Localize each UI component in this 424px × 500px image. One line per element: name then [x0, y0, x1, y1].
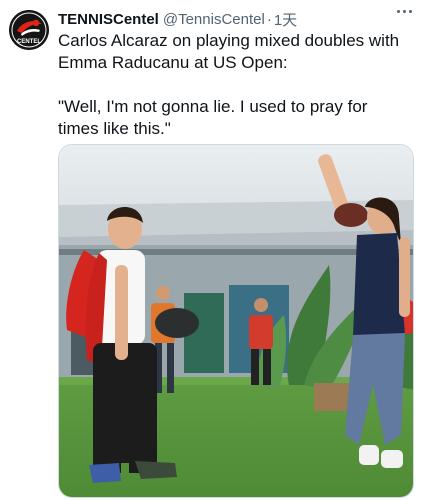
tenniscentel-logo: CENTEL	[9, 10, 49, 50]
photo-scene	[59, 145, 413, 497]
separator-dot: ·	[266, 10, 272, 28]
tweet-header: TENNISCentel @TennisCentel · 1天	[58, 9, 414, 30]
author-display-name[interactable]: TENNISCentel	[58, 11, 159, 28]
tweet-card[interactable]: CENTEL TENNISCentel @TennisCentel · 1天 C…	[0, 0, 424, 500]
tweet-photo[interactable]	[58, 144, 414, 498]
tweet-time[interactable]: 1天	[274, 9, 297, 30]
author-handle[interactable]: @TennisCentel	[163, 11, 265, 28]
avatar-logo-text: CENTEL	[17, 39, 41, 45]
tweet-text: Carlos Alcaraz on playing mixed doubles …	[58, 30, 410, 140]
more-horizontal-icon[interactable]	[395, 4, 414, 19]
tweet-text-quote: "Well, I'm not gonna lie. I used to pray…	[58, 97, 368, 138]
tweet-text-line: Carlos Alcaraz on playing mixed doubles …	[58, 31, 400, 72]
avatar[interactable]: CENTEL	[9, 10, 49, 50]
